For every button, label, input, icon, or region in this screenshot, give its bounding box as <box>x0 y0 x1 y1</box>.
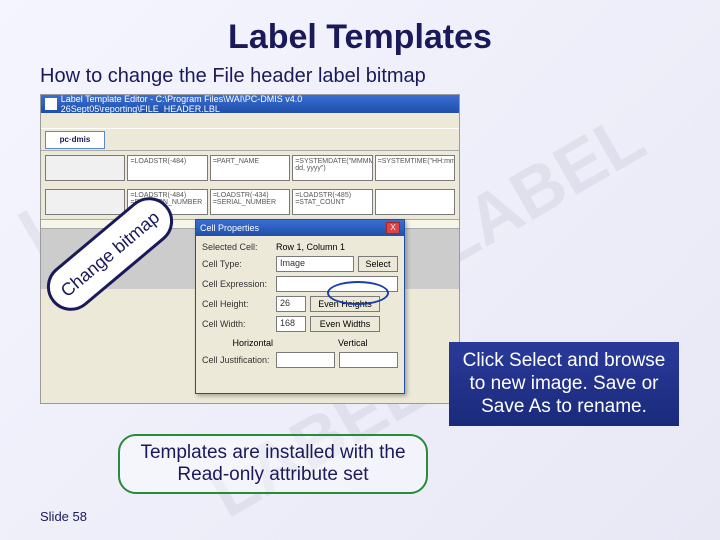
select-highlight-circle <box>327 281 389 305</box>
field-cell[interactable]: =LOADSTR(-485) =STAT_COUNT <box>292 189 372 215</box>
slide-number: Slide 58 <box>40 509 87 524</box>
cell-height-label: Cell Height: <box>202 299 272 309</box>
editor-window-title: Label Template Editor - C:\Program Files… <box>61 94 455 114</box>
dialog-titlebar: Cell Properties X <box>196 220 404 236</box>
app-icon <box>45 98 57 110</box>
field-cell[interactable]: =SYSTEMDATE("MMMM dd, yyyy") <box>292 155 372 181</box>
cell-type-label: Cell Type: <box>202 259 272 269</box>
note-callout: Templates are installed with the Read-on… <box>118 434 428 494</box>
fields-row-1: =LOADSTR(-484) =PART_NAME =SYSTEMDATE("M… <box>41 151 459 185</box>
dialog-title: Cell Properties <box>200 223 259 233</box>
instruction-callout: Click Select and browse to new image. Sa… <box>449 342 679 426</box>
field-cell[interactable]: =PART_NAME <box>210 155 290 181</box>
even-widths-button[interactable]: Even Widths <box>310 316 380 332</box>
field-cell[interactable]: =LOADSTR(-434) =SERIAL_NUMBER <box>210 189 290 215</box>
slide-subtitle: How to change the File header label bitm… <box>0 57 720 94</box>
cell-expression-label: Cell Expression: <box>202 279 272 289</box>
cell-width-label: Cell Width: <box>202 319 272 329</box>
field-cell[interactable]: =SYSTEMTIME("HH:mm") <box>375 155 455 181</box>
select-button[interactable]: Select <box>358 256 398 272</box>
cell-properties-dialog: Cell Properties X Selected Cell: Row 1, … <box>195 219 405 394</box>
slide-title: Label Templates <box>0 0 720 57</box>
fields-row-2: =LOADSTR(-484) =REVISION_NUMBER =LOADSTR… <box>41 185 459 219</box>
horizontal-label: Horizontal <box>232 338 273 348</box>
editor-menubar[interactable] <box>41 113 459 129</box>
field-cell-image[interactable] <box>45 155 125 181</box>
field-cell-image[interactable] <box>45 189 125 215</box>
vertical-label: Vertical <box>338 338 368 348</box>
cell-type-dropdown[interactable]: Image <box>276 256 354 272</box>
pcdmis-logo: pc·dmis <box>45 131 105 149</box>
cell-height-input[interactable]: 26 <box>276 296 306 312</box>
field-cell[interactable] <box>375 189 455 215</box>
selected-cell-label: Selected Cell: <box>202 242 272 252</box>
editor-toolbar[interactable]: pc·dmis <box>41 129 459 151</box>
justify-h-dropdown[interactable] <box>276 352 335 368</box>
close-icon[interactable]: X <box>386 222 400 234</box>
field-cell[interactable]: =LOADSTR(-484) <box>127 155 207 181</box>
cell-justification-label: Cell Justification: <box>202 355 272 365</box>
justify-v-dropdown[interactable] <box>339 352 398 368</box>
cell-width-input[interactable]: 168 <box>276 316 306 332</box>
editor-titlebar: Label Template Editor - C:\Program Files… <box>41 95 459 113</box>
selected-cell-value: Row 1, Column 1 <box>276 242 345 252</box>
